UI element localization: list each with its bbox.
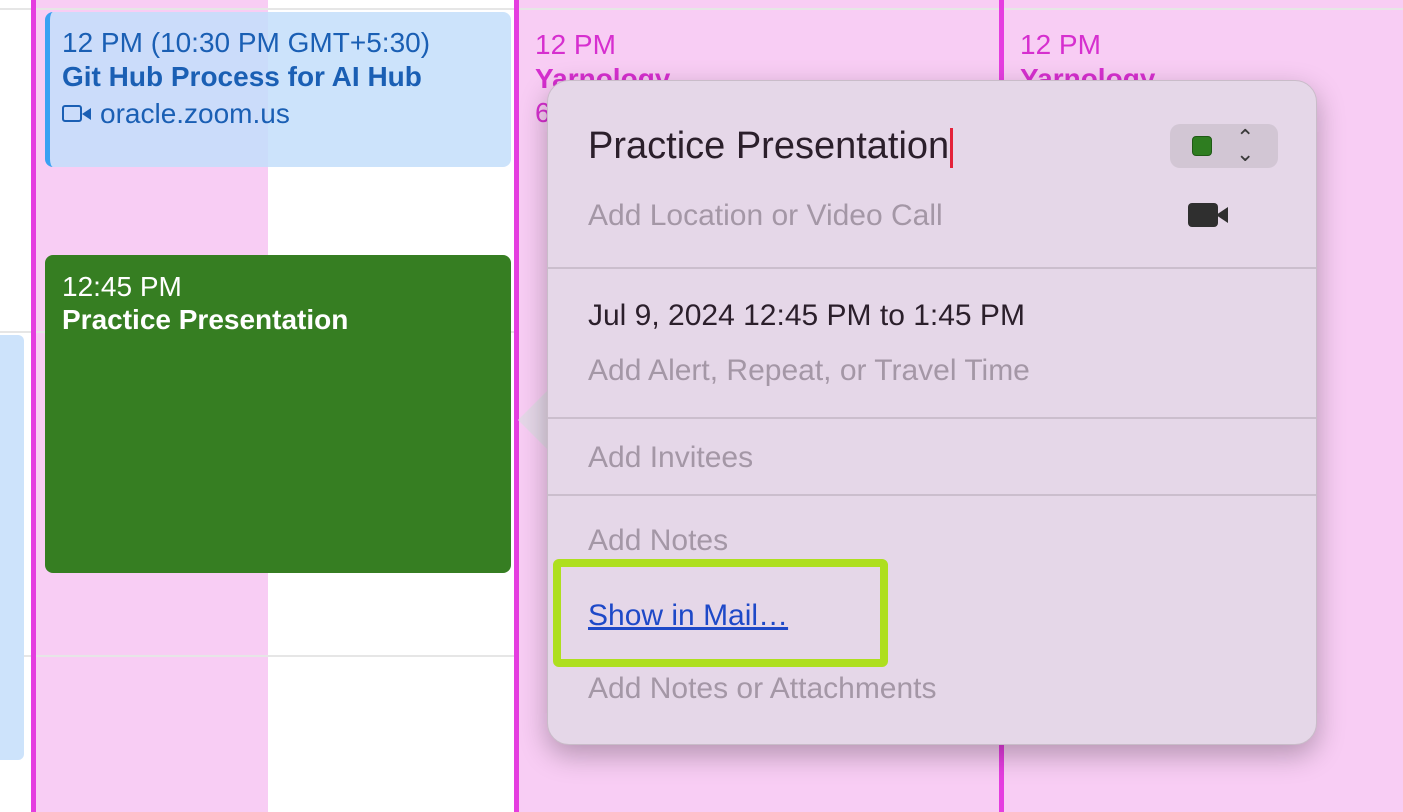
event-time: 12 PM xyxy=(535,29,616,60)
event-title-field[interactable]: Practice Presentation xyxy=(588,123,954,169)
divider xyxy=(548,417,1316,419)
event-location[interactable]: oracle.zoom.us xyxy=(62,94,511,134)
hour-gridline xyxy=(0,8,1403,10)
event-title-text: Practice Presentation xyxy=(588,125,950,167)
calendar-color-swatch xyxy=(1192,136,1212,156)
event-detail-popover: Practice Presentation ⌃ ⌄ Add Location or… xyxy=(547,80,1317,745)
event-practice-presentation[interactable]: 12:45 PM Practice Presentation xyxy=(45,255,511,573)
alert-repeat-travel-field[interactable]: Add Alert, Repeat, or Travel Time xyxy=(588,354,1030,388)
text-cursor xyxy=(950,127,954,168)
event-github-process[interactable]: 12 PM (10:30 PM GMT+5:30) Git Hub Proces… xyxy=(45,12,511,167)
popover-arrow xyxy=(518,388,550,452)
event-title: Git Hub Process for AI Hub xyxy=(62,61,422,92)
chevron-up-down-icon: ⌃ ⌄ xyxy=(1236,125,1255,166)
video-camera-icon[interactable] xyxy=(1188,201,1232,229)
event-time: 12:45 PM xyxy=(62,271,182,302)
divider xyxy=(548,267,1316,269)
location-field[interactable]: Add Location or Video Call xyxy=(588,199,943,233)
attachments-field[interactable]: Add Notes or Attachments xyxy=(588,672,937,706)
show-in-mail-link[interactable]: Show in Mail… xyxy=(588,599,788,633)
event-block-partial[interactable] xyxy=(0,335,24,760)
calendar-picker[interactable]: ⌃ ⌄ xyxy=(1170,124,1278,168)
event-title: Practice Presentation xyxy=(62,304,349,335)
day-column-divider xyxy=(31,0,36,812)
notes-field[interactable]: Add Notes xyxy=(588,524,728,558)
divider xyxy=(548,494,1316,496)
event-time: 12 PM (10:30 PM GMT+5:30) xyxy=(62,27,431,58)
event-time: 12 PM xyxy=(1020,29,1101,60)
event-location-text: oracle.zoom.us xyxy=(100,98,290,129)
invitees-field[interactable]: Add Invitees xyxy=(588,441,753,475)
video-icon xyxy=(62,104,92,124)
event-date-range[interactable]: Jul 9, 2024 12:45 PM to 1:45 PM xyxy=(588,299,1025,333)
